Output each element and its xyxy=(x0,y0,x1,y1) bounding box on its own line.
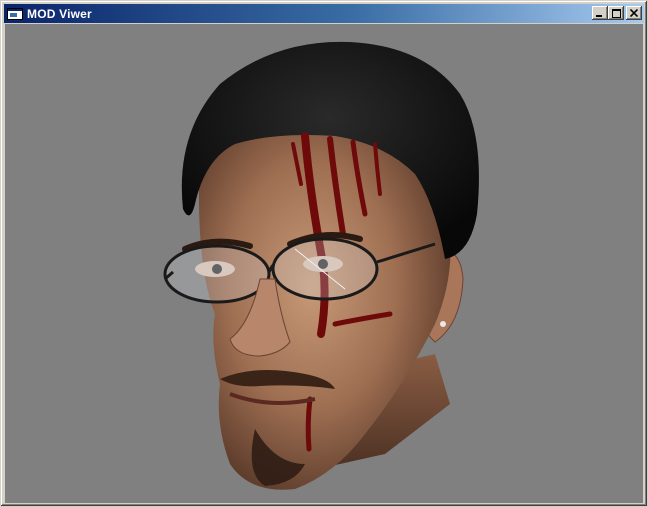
close-icon xyxy=(630,9,638,17)
earring-icon xyxy=(440,321,446,327)
app-window-icon[interactable] xyxy=(7,7,23,21)
title-bar[interactable]: MOD Viwer xyxy=(4,4,644,23)
window-title: MOD Viwer xyxy=(27,6,92,21)
head-model-render xyxy=(163,41,479,490)
maximize-icon xyxy=(611,8,621,18)
caption-buttons xyxy=(592,6,642,20)
mod-viewer-window: MOD Viwer xyxy=(0,0,648,507)
close-button[interactable] xyxy=(626,6,642,20)
3d-viewport[interactable] xyxy=(5,24,643,503)
minimize-icon xyxy=(596,15,602,17)
maximize-button[interactable] xyxy=(608,6,624,20)
minimize-button[interactable] xyxy=(592,6,608,20)
